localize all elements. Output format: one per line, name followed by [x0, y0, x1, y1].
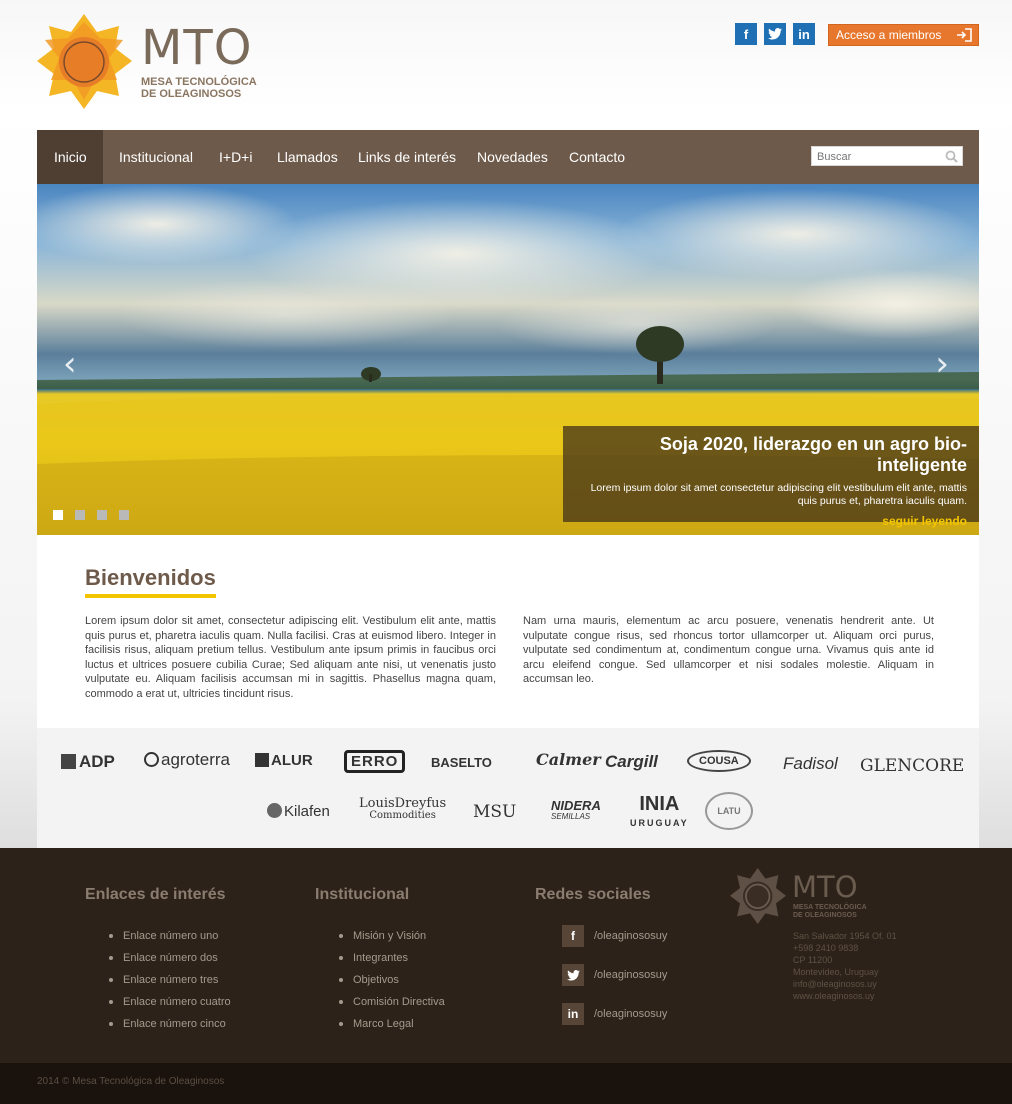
slider-next-arrow[interactable]: ›	[935, 344, 949, 384]
footer-link[interactable]: Enlace número dos	[109, 952, 231, 974]
footer-logo: MTO MESA TECNOLÓGICA DE OLEAGINOSOS	[730, 868, 867, 929]
nav-item-novedades[interactable]: Novedades	[477, 130, 548, 184]
site-footer: Enlaces de interés Enlace número uno Enl…	[0, 848, 1012, 1063]
footer-email-link[interactable]: info@oleaginosos.uy	[793, 978, 897, 990]
partner-logo-fadisol[interactable]: Fadisol	[783, 754, 838, 774]
partner-logo-kilafen[interactable]: Kilafen	[267, 803, 330, 820]
partner-logo-inia[interactable]: INIA URUGUAY	[630, 794, 689, 833]
nav-item-llamados[interactable]: Llamados	[277, 130, 338, 184]
copyright-bar: 2014 © Mesa Tecnológica de Oleaginosos	[0, 1063, 1012, 1104]
partner-logo-baselto[interactable]: BASELTO	[431, 755, 492, 770]
partner-logo-louisdreyfus[interactable]: LouisDreyfus Commodities	[359, 797, 446, 822]
search-input[interactable]	[812, 148, 932, 166]
login-icon	[957, 28, 972, 42]
read-more-link[interactable]: seguir leyendo	[575, 514, 967, 528]
welcome-heading: Bienvenidos	[85, 565, 216, 598]
site-logo[interactable]: MTO MESA TECNOLÓGICA DE OLEAGINOSOS	[37, 14, 277, 109]
linkedin-icon[interactable]: in	[793, 23, 815, 45]
facebook-icon: f	[562, 925, 584, 947]
footer-link[interactable]: Comisión Directiva	[339, 996, 445, 1018]
slider-pagination	[53, 510, 129, 520]
globe-icon	[144, 752, 159, 767]
footer-address: San Salvador 1954 Of. 01 +598 2410 9838 …	[793, 931, 897, 1002]
footer-link[interactable]: Enlace número cinco	[109, 1018, 231, 1040]
twitter-icon[interactable]	[764, 23, 786, 45]
welcome-text-left: Lorem ipsum dolor sit amet, consectetur …	[85, 615, 496, 700]
footer-social-facebook[interactable]: f /oleaginososuy	[562, 925, 667, 947]
site-header: MTO MESA TECNOLÓGICA DE OLEAGINOSOS f in…	[37, 0, 979, 130]
nav-item-institucional[interactable]: Institucional	[119, 130, 193, 184]
partner-logo-glencore[interactable]: GLENCORE	[860, 756, 964, 776]
partner-logo-cousa[interactable]: COUSA	[687, 750, 751, 772]
nav-item-contacto[interactable]: Contacto	[569, 130, 625, 184]
footer-link[interactable]: Integrantes	[339, 952, 445, 974]
adp-mark-icon	[61, 754, 76, 769]
main-navigation: Inicio Institucional I+D+i Llamados Link…	[37, 130, 979, 184]
slider-dot[interactable]	[53, 510, 63, 520]
partner-logo-cargill[interactable]: Cargill	[605, 752, 658, 772]
header-social-links: f in	[735, 23, 815, 45]
linkedin-icon: in	[562, 1003, 584, 1025]
slider-dot[interactable]	[119, 510, 129, 520]
footer-links-heading: Enlaces de interés	[85, 886, 226, 903]
partner-logo-calmer[interactable]: Calmer	[536, 750, 601, 769]
footer-social-linkedin[interactable]: in /oleaginososuy	[562, 1003, 667, 1025]
welcome-section: Bienvenidos Lorem ipsum dolor sit amet, …	[37, 535, 979, 728]
slide-title: Soja 2020, liderazgo en un agro bio-inte…	[659, 434, 967, 475]
search-box	[811, 146, 963, 166]
members-access-label: Acceso a miembros	[836, 28, 942, 42]
footer-link[interactable]: Misión y Visión	[339, 930, 445, 952]
footer-link[interactable]: Enlace número uno	[109, 930, 231, 952]
logo-subtitle: MESA TECNOLÓGICA DE OLEAGINOSOS	[141, 76, 257, 100]
sun-logo-icon	[37, 14, 132, 109]
members-access-button[interactable]: Acceso a miembros	[828, 24, 979, 46]
hero-slider: ‹ › Soja 2020, liderazgo en un agro bio-…	[37, 184, 979, 535]
slide-caption: Soja 2020, liderazgo en un agro bio-inte…	[563, 426, 979, 528]
slider-dot[interactable]	[97, 510, 107, 520]
footer-institucional-heading: Institucional	[315, 886, 410, 903]
slider-prev-arrow[interactable]: ‹	[63, 344, 77, 384]
footer-link[interactable]: Enlace número tres	[109, 974, 231, 996]
footer-website-link[interactable]: www.oleaginosos.uy	[793, 990, 897, 1002]
search-icon[interactable]	[945, 150, 958, 163]
partners-logos: ADP agroterra ALUR ERRO BASELTO Calmer C…	[37, 728, 979, 848]
copyright-text: 2014 © Mesa Tecnológica de Oleaginosos	[37, 1076, 225, 1087]
footer-social-heading: Redes sociales	[535, 886, 651, 903]
nav-item-idi[interactable]: I+D+i	[219, 130, 252, 184]
facebook-icon[interactable]: f	[735, 23, 757, 45]
welcome-text-right: Nam urna mauris, elementum ac arcu posue…	[523, 615, 934, 685]
partner-logo-adp[interactable]: ADP	[61, 752, 115, 772]
partner-logo-latu[interactable]: LATU	[705, 792, 753, 830]
partner-logo-nidera[interactable]: NIDERA SEMILLAS	[551, 799, 601, 822]
footer-link[interactable]: Enlace número cuatro	[109, 996, 231, 1018]
partner-logo-agroterra[interactable]: agroterra	[144, 750, 230, 770]
footer-social-twitter[interactable]: /oleaginososuy	[562, 964, 667, 986]
logo-title: MTO	[141, 20, 253, 76]
slider-dot[interactable]	[75, 510, 85, 520]
footer-link[interactable]: Objetivos	[339, 974, 445, 996]
footer-institucional-list: Misión y Visión Integrantes Objetivos Co…	[339, 930, 445, 1040]
sun-logo-icon	[730, 868, 786, 924]
alur-mark-icon	[255, 753, 269, 767]
nav-item-inicio[interactable]: Inicio	[37, 130, 103, 184]
partner-logo-erro[interactable]: ERRO	[344, 750, 406, 773]
footer-link[interactable]: Marco Legal	[339, 1018, 445, 1040]
nav-item-links[interactable]: Links de interés	[358, 130, 456, 184]
partner-logo-msu[interactable]: MSU	[473, 802, 516, 822]
twitter-icon	[562, 964, 584, 986]
kilafen-mark-icon	[267, 803, 282, 818]
slide-text: Lorem ipsum dolor sit amet consectetur a…	[590, 482, 967, 507]
partner-logo-alur[interactable]: ALUR	[255, 752, 313, 769]
footer-links-list: Enlace número uno Enlace número dos Enla…	[109, 930, 231, 1040]
